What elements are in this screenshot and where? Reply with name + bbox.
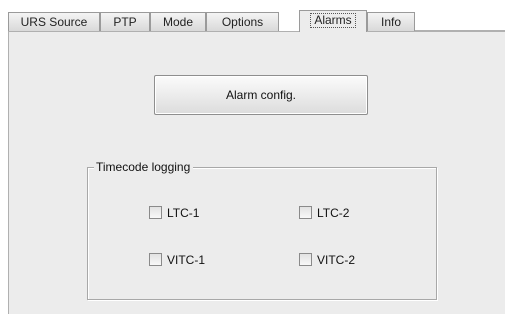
- tab-label: PTP: [113, 15, 137, 29]
- tab-urs-source[interactable]: URS Source: [8, 12, 100, 31]
- alarm-config-button[interactable]: Alarm config.: [154, 75, 368, 115]
- ltc-2-label: LTC-2: [317, 206, 350, 220]
- tab-bar: URS Source PTP Mode Options Alarms Info: [8, 10, 504, 32]
- timecode-logging-group: [87, 167, 437, 300]
- tab-info[interactable]: Info: [367, 12, 415, 31]
- tab-options[interactable]: Options: [206, 12, 279, 31]
- tab-label: Mode: [162, 15, 194, 29]
- timecode-logging-title: Timecode logging: [94, 160, 194, 174]
- tab-label: URS Source: [20, 15, 88, 29]
- tab-alarms[interactable]: Alarms: [299, 10, 367, 32]
- window: URS Source PTP Mode Options Alarms Info …: [0, 0, 505, 314]
- tab-mode[interactable]: Mode: [150, 12, 206, 31]
- checkbox-box: [149, 206, 162, 219]
- checkbox-box: [299, 253, 312, 266]
- checkbox-box: [299, 206, 312, 219]
- tab-label: Info: [380, 15, 401, 29]
- checkbox-box: [149, 253, 162, 266]
- ltc-1-label: LTC-1: [167, 206, 200, 220]
- tab-label: Alarms: [310, 13, 356, 28]
- tab-ptp[interactable]: PTP: [100, 12, 150, 31]
- tab-label: Options: [221, 15, 264, 29]
- vitc-1-label: VITC-1: [167, 253, 206, 267]
- vitc-2-label: VITC-2: [317, 253, 356, 267]
